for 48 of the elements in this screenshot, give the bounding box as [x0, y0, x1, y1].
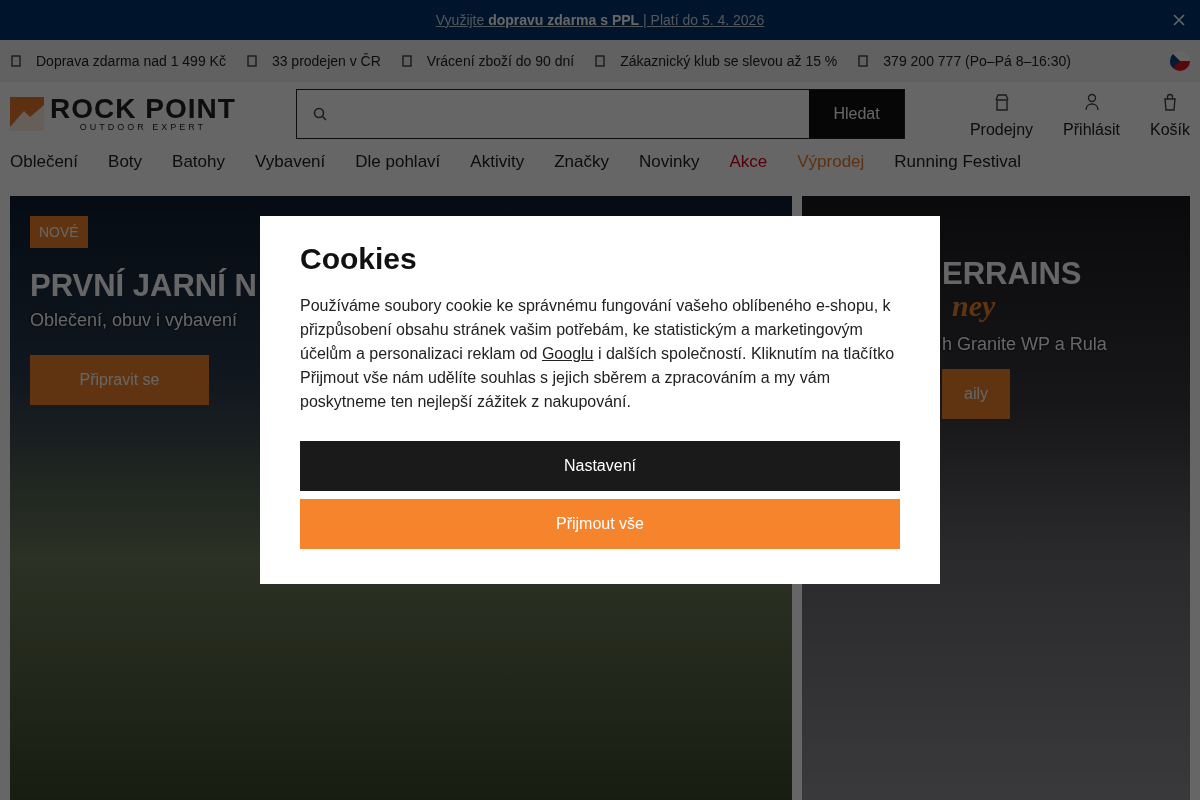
info-icon [594, 54, 607, 68]
logo[interactable]: ROCK POINT OUTDOOR EXPERT [10, 96, 296, 132]
hero-subtitle: Oblečení, obuv i vybavení [30, 310, 238, 331]
store-icon [994, 93, 1009, 111]
dialog-title: Cookies [300, 242, 418, 276]
header-link[interactable]: Košík [1150, 93, 1190, 139]
google-link[interactable]: Googlu [541, 345, 594, 362]
promo-link[interactable]: Využijte dopravu zdarma s PPL | Platí do 5. 4. 2026 [435, 12, 765, 28]
nav-link[interactable]: Boty [108, 152, 143, 196]
info-text: 33 prodejen v ČR [271, 53, 381, 69]
nav-link[interactable]: Batohy [172, 152, 225, 196]
hero-script-text: ney [952, 292, 996, 320]
nav-link[interactable]: Aktivity [470, 152, 525, 196]
hero-title: ERRAINS [942, 256, 1082, 292]
nav-link[interactable]: Akce [729, 152, 768, 196]
info-icon [245, 54, 258, 68]
flag-icon[interactable] [1170, 51, 1190, 71]
header-link[interactable]: Přihlásit [1063, 93, 1120, 139]
cart-icon [1163, 93, 1177, 111]
info-text: Vrácení zboží do 90 dní [426, 53, 575, 69]
info-text: Doprava zdarma nad 1 499 Kč [36, 53, 226, 69]
user-icon [1084, 93, 1099, 111]
info-text: Zákaznický klub se slevou až 15 % [620, 53, 838, 69]
nav-link[interactable]: Výprodej [797, 152, 865, 196]
nav-link[interactable]: Novinky [638, 152, 700, 196]
logo-tagline: OUTDOOR EXPERT [79, 122, 207, 132]
nav-link[interactable]: Vybavení [255, 152, 326, 196]
info-icon [857, 54, 870, 68]
logo-name: ROCK POINT [50, 96, 236, 122]
nav-link[interactable]: Dle pohlaví [355, 152, 441, 196]
close-icon [1172, 13, 1186, 27]
nav-link[interactable]: Oblečení [10, 152, 79, 196]
close-button[interactable] [1172, 13, 1186, 27]
settings-button[interactable]: Nastavení [300, 441, 900, 491]
hero-title: PRVNÍ JARNÍ N [30, 268, 257, 304]
header-link[interactable]: Prodejny [969, 93, 1034, 139]
info-icon [10, 54, 22, 68]
info-icon [400, 54, 413, 68]
nav-link[interactable]: Running Festival [894, 152, 1021, 196]
hero-button[interactable]: Připravit se [30, 355, 209, 405]
mountain-icon [10, 97, 44, 131]
nav-link[interactable]: Značky [554, 152, 609, 196]
hero-button[interactable]: aily [942, 369, 1010, 419]
hero-subtitle: h Granite WP a Rula [942, 334, 1107, 355]
info-text: 379 200 777 (Po–Pá 8–16:30) [883, 53, 1071, 69]
accept-button[interactable]: Přijmout vše [300, 499, 900, 549]
new-badge: NOVÉ [30, 216, 88, 248]
dialog-text: Používáme soubory cookie ke správnému fungování vašeho oblíbeného e-shopu, k přizpůsobení obsahu stránek vašim potřebám, ke statistickým a marketingovým účelům a personalizaci reklam od Googlu i dalších společností. Kliknutím na tlačítko Přijmout vše nám udělíte souhlas s jejich sběrem a zpracováním a my vám poskytneme ten nejlepší zážitek z nakupování. [300, 296, 896, 412]
